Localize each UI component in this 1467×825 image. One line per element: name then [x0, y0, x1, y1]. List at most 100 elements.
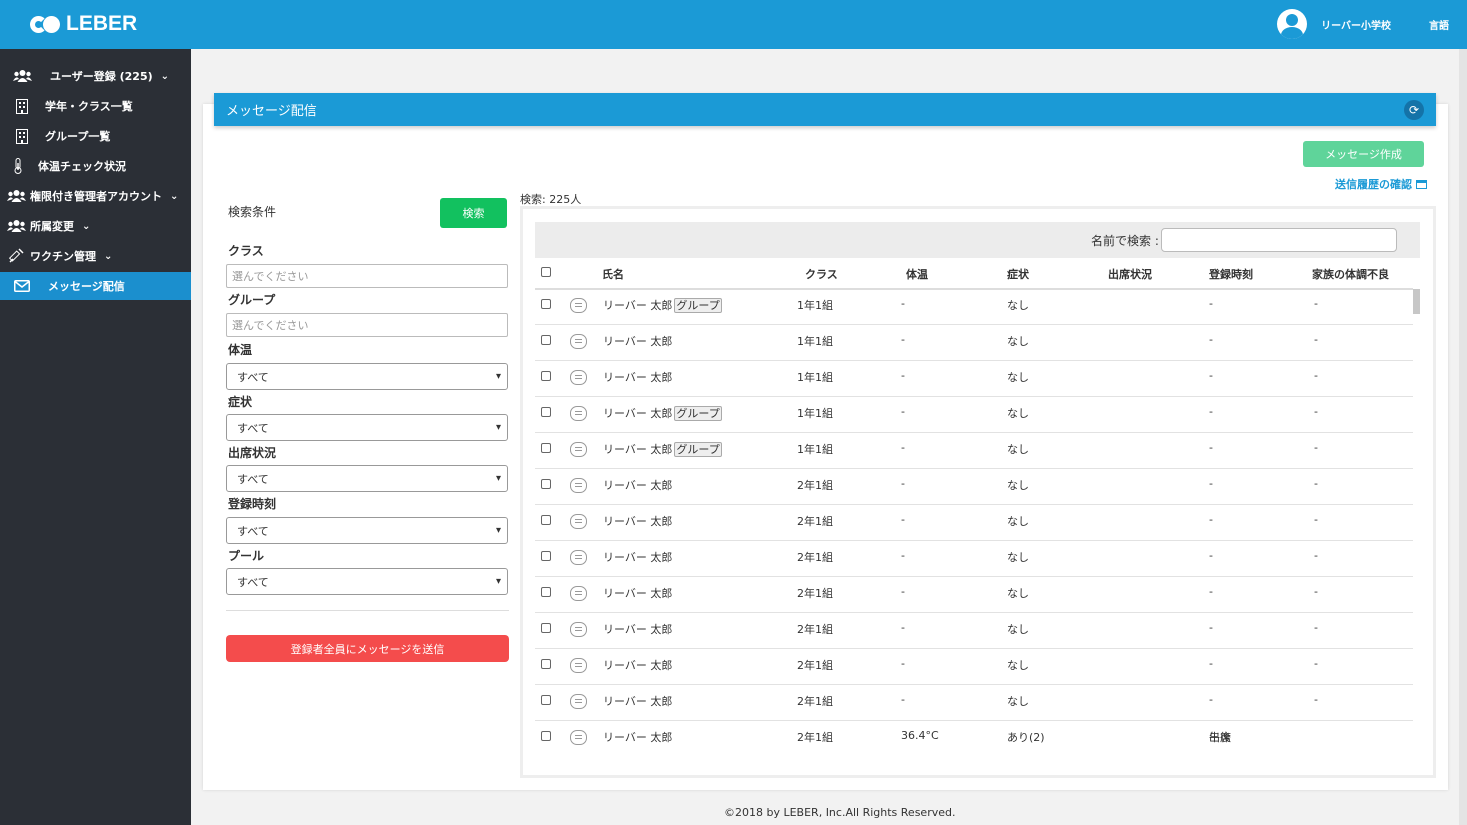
sidebar-item-vaccine-management[interactable]: ワクチン管理 ⌄: [0, 242, 191, 270]
cell-name[interactable]: リーバー 太郎: [603, 657, 672, 673]
cell-temperature: -: [901, 693, 905, 706]
message-icon[interactable]: [570, 514, 587, 529]
sidebar-item-user-registration[interactable]: ユーザー登録 (225) ⌄: [0, 62, 191, 90]
cell-name[interactable]: リーバー 太郎 グループ: [603, 297, 722, 313]
cell-class: 2年1組: [797, 731, 833, 744]
cell-name[interactable]: リーバー 太郎: [603, 621, 672, 637]
cell-class: 2年1組: [797, 587, 833, 600]
sidebar-item-affiliation-change[interactable]: 所属変更 ⌄: [0, 212, 191, 240]
column-header-registered-time[interactable]: 登録時刻: [1209, 266, 1253, 282]
message-icon[interactable]: [570, 694, 587, 709]
cell-temperature: -: [901, 333, 905, 346]
sidebar-item-temperature-check[interactable]: 体温チェック状況: [0, 152, 191, 180]
cell-name[interactable]: リーバー 太郎: [603, 333, 672, 349]
message-icon[interactable]: [570, 730, 587, 745]
avatar[interactable]: [1277, 9, 1308, 39]
select-all-checkbox[interactable]: [541, 267, 551, 277]
column-header-family-illness[interactable]: 家族の体調不良: [1312, 266, 1389, 282]
sidebar-item-grade-class-list[interactable]: 学年・クラス一覧: [0, 92, 191, 120]
row-checkbox[interactable]: [541, 731, 551, 741]
cell-name[interactable]: リーバー 太郎: [603, 729, 672, 745]
message-icon[interactable]: [570, 658, 587, 673]
column-header-symptom[interactable]: 症状: [1007, 266, 1029, 282]
cell-name[interactable]: リーバー 太郎: [603, 369, 672, 385]
page-scrollbar[interactable]: [1459, 49, 1467, 825]
row-divider: [535, 540, 1413, 541]
row-divider: [535, 468, 1413, 469]
sidebar-item-message-delivery[interactable]: メッセージ配信: [0, 272, 191, 300]
language-button[interactable]: 言語: [1429, 17, 1449, 32]
message-icon[interactable]: [570, 478, 587, 493]
cell-name[interactable]: リーバー 太郎 グループ: [603, 405, 722, 421]
student-name: リーバー 太郎: [603, 371, 673, 384]
row-checkbox[interactable]: [541, 659, 551, 669]
result-count: 検索: 225人: [520, 193, 582, 206]
cell-registered-time: -: [1209, 405, 1213, 418]
message-icon[interactable]: [570, 334, 587, 349]
cell-name[interactable]: リーバー 太郎: [603, 585, 672, 601]
row-checkbox[interactable]: [541, 479, 551, 489]
row-checkbox[interactable]: [541, 515, 551, 525]
search-button[interactable]: 検索: [440, 198, 507, 228]
registered-time-select[interactable]: すべて ▾: [226, 517, 508, 544]
row-checkbox[interactable]: [541, 407, 551, 417]
row-checkbox[interactable]: [541, 299, 551, 309]
cell-temperature: -: [901, 657, 905, 670]
name-search-input[interactable]: [1161, 228, 1397, 252]
symptom-label: 症状: [228, 395, 253, 409]
student-name: リーバー 太郎: [603, 731, 673, 744]
column-header-class[interactable]: クラス: [805, 266, 838, 282]
send-to-all-button[interactable]: 登録者全員にメッセージを送信: [226, 635, 509, 662]
chevron-down-icon: ⌄: [170, 190, 179, 202]
attendance-select-value: すべて: [237, 472, 269, 486]
message-icon[interactable]: [570, 298, 587, 313]
message-icon[interactable]: [570, 370, 587, 385]
cell-name[interactable]: リーバー 太郎: [603, 693, 672, 709]
cell-name[interactable]: リーバー 太郎: [603, 549, 672, 565]
cell-temperature: -: [901, 621, 905, 634]
compose-message-button[interactable]: メッセージ作成: [1303, 141, 1424, 167]
temperature-select[interactable]: すべて ▾: [226, 363, 508, 390]
message-icon[interactable]: [570, 586, 587, 601]
chevron-down-icon: ⌄: [82, 220, 91, 232]
chevron-down-icon: ▾: [495, 525, 501, 536]
row-checkbox[interactable]: [541, 335, 551, 345]
cell-temperature: -: [901, 585, 905, 598]
sidebar-item-label: ユーザー登録 (225): [50, 70, 153, 83]
row-checkbox[interactable]: [541, 587, 551, 597]
cell-name[interactable]: リーバー 太郎: [603, 477, 672, 493]
column-header-attendance[interactable]: 出席状況: [1108, 266, 1152, 282]
row-checkbox[interactable]: [541, 551, 551, 561]
row-checkbox[interactable]: [541, 371, 551, 381]
message-icon[interactable]: [570, 442, 587, 457]
registered-time-select-value: すべて: [237, 524, 269, 538]
message-icon[interactable]: [570, 622, 587, 637]
column-header-name[interactable]: 氏名: [602, 266, 624, 282]
table-scrollbar[interactable]: [1413, 289, 1420, 314]
symptom-select[interactable]: すべて ▾: [226, 414, 508, 441]
column-header-temperature[interactable]: 体温: [906, 266, 928, 282]
class-input[interactable]: 選んでください: [226, 264, 508, 288]
message-icon[interactable]: [570, 550, 587, 565]
cell-name[interactable]: リーバー 太郎: [603, 513, 672, 529]
leber-logo[interactable]: LEBER: [30, 12, 137, 36]
row-divider: [535, 648, 1413, 649]
message-icon[interactable]: [570, 406, 587, 421]
group-input[interactable]: 選んでください: [226, 313, 508, 337]
school-name[interactable]: リーバー小学校: [1321, 17, 1391, 32]
logo-text: LEBER: [66, 12, 138, 35]
cell-registered-time: 午後: [1209, 731, 1231, 744]
send-history-link[interactable]: 送信履歴の確認: [1335, 176, 1427, 192]
row-checkbox[interactable]: [541, 695, 551, 705]
pool-select[interactable]: すべて ▾: [226, 568, 508, 595]
row-checkbox[interactable]: [541, 623, 551, 633]
cell-registered-time: -: [1209, 549, 1213, 562]
student-name: リーバー 太郎: [603, 335, 673, 348]
row-divider: [535, 612, 1413, 613]
sidebar-item-group-list[interactable]: グループ一覧: [0, 122, 191, 150]
attendance-select[interactable]: すべて ▾: [226, 465, 508, 492]
cell-name[interactable]: リーバー 太郎 グループ: [603, 441, 722, 457]
sidebar-item-admin-accounts[interactable]: 権限付き管理者アカウント ⌄: [0, 182, 191, 210]
row-checkbox[interactable]: [541, 443, 551, 453]
refresh-icon[interactable]: ⟳: [1404, 100, 1424, 120]
